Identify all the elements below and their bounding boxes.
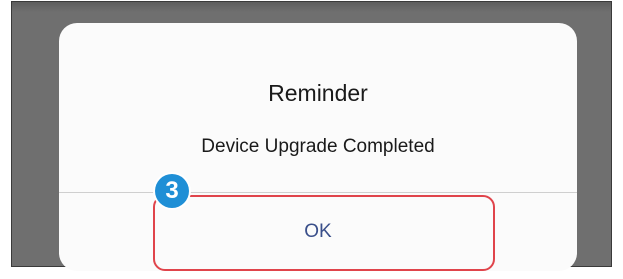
dialog-title: Reminder [268, 80, 368, 106]
dialog-message: Device Upgrade Completed [201, 136, 435, 157]
step-number-badge: 3 [155, 174, 189, 208]
screenshot-frame: Reminder Device Upgrade Completed OK 3 [0, 0, 623, 279]
ok-button[interactable]: OK [59, 193, 577, 271]
reminder-dialog: Reminder Device Upgrade Completed OK [59, 23, 577, 271]
background-edge [12, 2, 611, 12]
